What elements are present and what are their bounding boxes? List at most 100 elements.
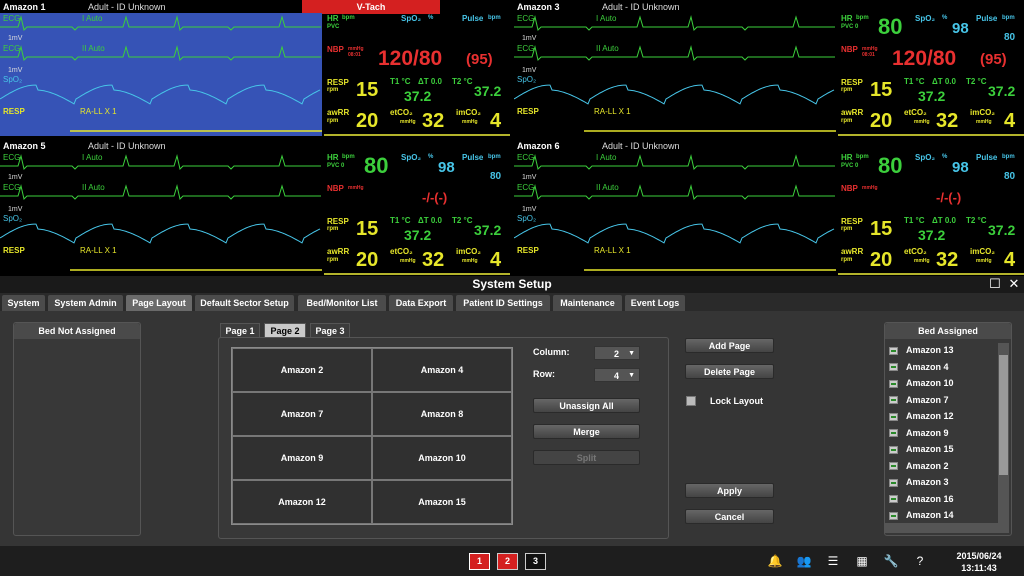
etco2-unit: mmHg — [400, 258, 416, 264]
page-tab-1[interactable]: Page 1 — [220, 323, 260, 338]
unassign-all-button[interactable]: Unassign All — [533, 398, 640, 413]
layout-cell[interactable]: Amazon 9 — [232, 436, 372, 480]
hr-label: HR — [841, 14, 853, 23]
add-page-button[interactable]: Add Page — [685, 338, 774, 353]
layout-cell[interactable]: Amazon 15 — [372, 480, 512, 524]
people-icon[interactable]: 👥 — [794, 552, 814, 571]
bedside-monitor[interactable]: Amazon 3 Adult - ID Unknown ECG I Auto 1… — [514, 0, 1024, 136]
waveform-area: ECG I Auto 1mV ECG II Auto 1mV SpO₂ RESP… — [0, 152, 322, 275]
vital-params: HR bpm PVC SpO₂ % Pulse bpm NBP mmHg 08:… — [324, 13, 510, 136]
bed-label: Amazon 3 — [906, 477, 949, 487]
patient-info: Adult - ID Unknown — [602, 141, 680, 151]
waveforms — [514, 154, 836, 271]
apply-button[interactable]: Apply — [685, 483, 774, 498]
page-tab-3[interactable]: Page 3 — [310, 323, 350, 338]
layout-cell[interactable]: Amazon 4 — [372, 348, 512, 392]
pulse-label: Pulse — [976, 14, 998, 23]
imco2-value: 4 — [1004, 110, 1016, 132]
hr-label: HR — [841, 153, 853, 162]
split-button[interactable]: Split — [533, 450, 640, 465]
tab-system[interactable]: System — [2, 295, 45, 311]
bed-icon — [889, 429, 898, 438]
list-item[interactable]: Amazon 2 — [889, 459, 949, 474]
cancel-button[interactable]: Cancel — [685, 509, 774, 524]
tab-data-export[interactable]: Data Export — [389, 295, 453, 311]
column-select[interactable]: 2 ▼ — [594, 346, 640, 360]
ecg1-scale: 1mV — [8, 174, 23, 181]
page-button-3[interactable]: 3 — [525, 553, 546, 570]
hr-unit: bpm — [342, 15, 355, 21]
list-item[interactable]: Amazon 16 — [889, 492, 954, 507]
layout-cell[interactable]: Amazon 8 — [372, 392, 512, 436]
hr-label: HR — [327, 153, 339, 162]
bedside-monitor[interactable]: Amazon 6 Adult - ID Unknown ECG I Auto 1… — [514, 139, 1024, 275]
tab-patient-id-settings[interactable]: Patient ID Settings — [456, 295, 550, 311]
param-divider — [324, 273, 510, 275]
list-item[interactable]: Amazon 14 — [889, 508, 954, 523]
list-item[interactable]: Amazon 4 — [889, 360, 949, 375]
list-item[interactable]: Amazon 7 — [889, 393, 949, 408]
grid-icon[interactable]: ▦ — [852, 552, 872, 571]
bedside-monitor[interactable]: Amazon 1 Adult - ID Unknown V-Tach ECG I… — [0, 0, 510, 136]
spo2-label: SpO₂ — [915, 153, 935, 162]
tab-event-logs[interactable]: Event Logs — [625, 295, 685, 311]
ecg1-scale: 1mV — [522, 174, 537, 181]
list-item[interactable]: Amazon 9 — [889, 426, 949, 441]
t1-label: T1 °C — [904, 216, 925, 225]
t2-value: 37.2 — [474, 222, 502, 238]
page-tab-2[interactable]: Page 2 — [264, 323, 306, 338]
bed-icon — [889, 495, 898, 504]
tab-default-sector-setup[interactable]: Default Sector Setup — [195, 295, 294, 311]
resp-wave-label: RESP — [517, 246, 539, 255]
etco2-value: 32 — [422, 110, 445, 132]
system-setup-window: System Setup ☐ ✕ System System Admin Pag… — [0, 276, 1024, 546]
delete-page-button[interactable]: Delete Page — [685, 364, 774, 379]
list-item[interactable]: Amazon 3 — [889, 475, 949, 490]
bed-label: Amazon 10 — [906, 378, 954, 388]
list-item[interactable]: Amazon 10 — [889, 376, 954, 391]
page-button-1[interactable]: 1 — [469, 553, 490, 570]
bed-not-assigned-list[interactable]: Bed Not Assigned — [13, 322, 141, 536]
bed-label: Amazon 4 — [906, 361, 949, 372]
lock-layout-checkbox[interactable] — [686, 396, 696, 406]
list-icon[interactable]: ☰ — [823, 552, 843, 571]
tab-page-layout[interactable]: Page Layout — [126, 295, 192, 311]
bed-assigned-list[interactable]: Bed Assigned Amazon 13 Amazon 4 Amazon 10 A… — [884, 322, 1012, 536]
etco2-value: 32 — [936, 110, 959, 132]
list-item[interactable]: Amazon 13 — [889, 343, 954, 358]
spo2-label: SpO₂ — [915, 14, 935, 23]
lock-layout-label: Lock Layout — [710, 396, 764, 406]
vertical-scrollbar[interactable] — [998, 343, 1009, 523]
imco2-value: 4 — [490, 249, 502, 271]
horizontal-scrollbar[interactable] — [885, 523, 1009, 533]
maximize-icon[interactable]: ☐ — [988, 277, 1002, 291]
scrollbar-thumb[interactable] — [999, 355, 1008, 475]
layout-cell[interactable]: Amazon 10 — [372, 436, 512, 480]
list-item[interactable]: Amazon 12 — [889, 409, 954, 424]
ecg2-label: ECG — [517, 44, 535, 53]
layout-cell[interactable]: Amazon 2 — [232, 348, 372, 392]
page-button-2[interactable]: 2 — [497, 553, 518, 570]
bedside-monitor[interactable]: Amazon 5 Adult - ID Unknown ECG I Auto 1… — [0, 139, 510, 275]
close-icon[interactable]: ✕ — [1007, 277, 1021, 291]
bell-icon[interactable]: 🔔 — [765, 552, 785, 571]
hr-value: 80 — [878, 153, 903, 178]
tab-system-admin[interactable]: System Admin — [48, 295, 123, 311]
resp-label: RESP — [841, 78, 863, 87]
layout-cell[interactable]: Amazon 12 — [232, 480, 372, 524]
etco2-label: etCO₂ — [904, 108, 927, 117]
nbp-value: -/-(-) — [936, 190, 962, 205]
resp-lead: RA-LL X 1 — [80, 107, 117, 116]
chevron-down-icon: ▼ — [628, 350, 635, 357]
help-icon[interactable]: ? — [910, 552, 930, 571]
tab-maintenance[interactable]: Maintenance — [553, 295, 622, 311]
imco2-unit: mmHg — [976, 258, 992, 264]
ecg1-lead: I Auto — [82, 153, 103, 162]
row-select[interactable]: 4 ▼ — [594, 368, 640, 382]
ecg1-scale: 1mV — [522, 35, 537, 42]
wrench-icon[interactable]: 🔧 — [881, 552, 901, 571]
tab-bed-monitor-list[interactable]: Bed/Monitor List — [298, 295, 386, 311]
list-item[interactable]: Amazon 15 — [889, 442, 954, 457]
merge-button[interactable]: Merge — [533, 424, 640, 439]
layout-cell[interactable]: Amazon 7 — [232, 392, 372, 436]
